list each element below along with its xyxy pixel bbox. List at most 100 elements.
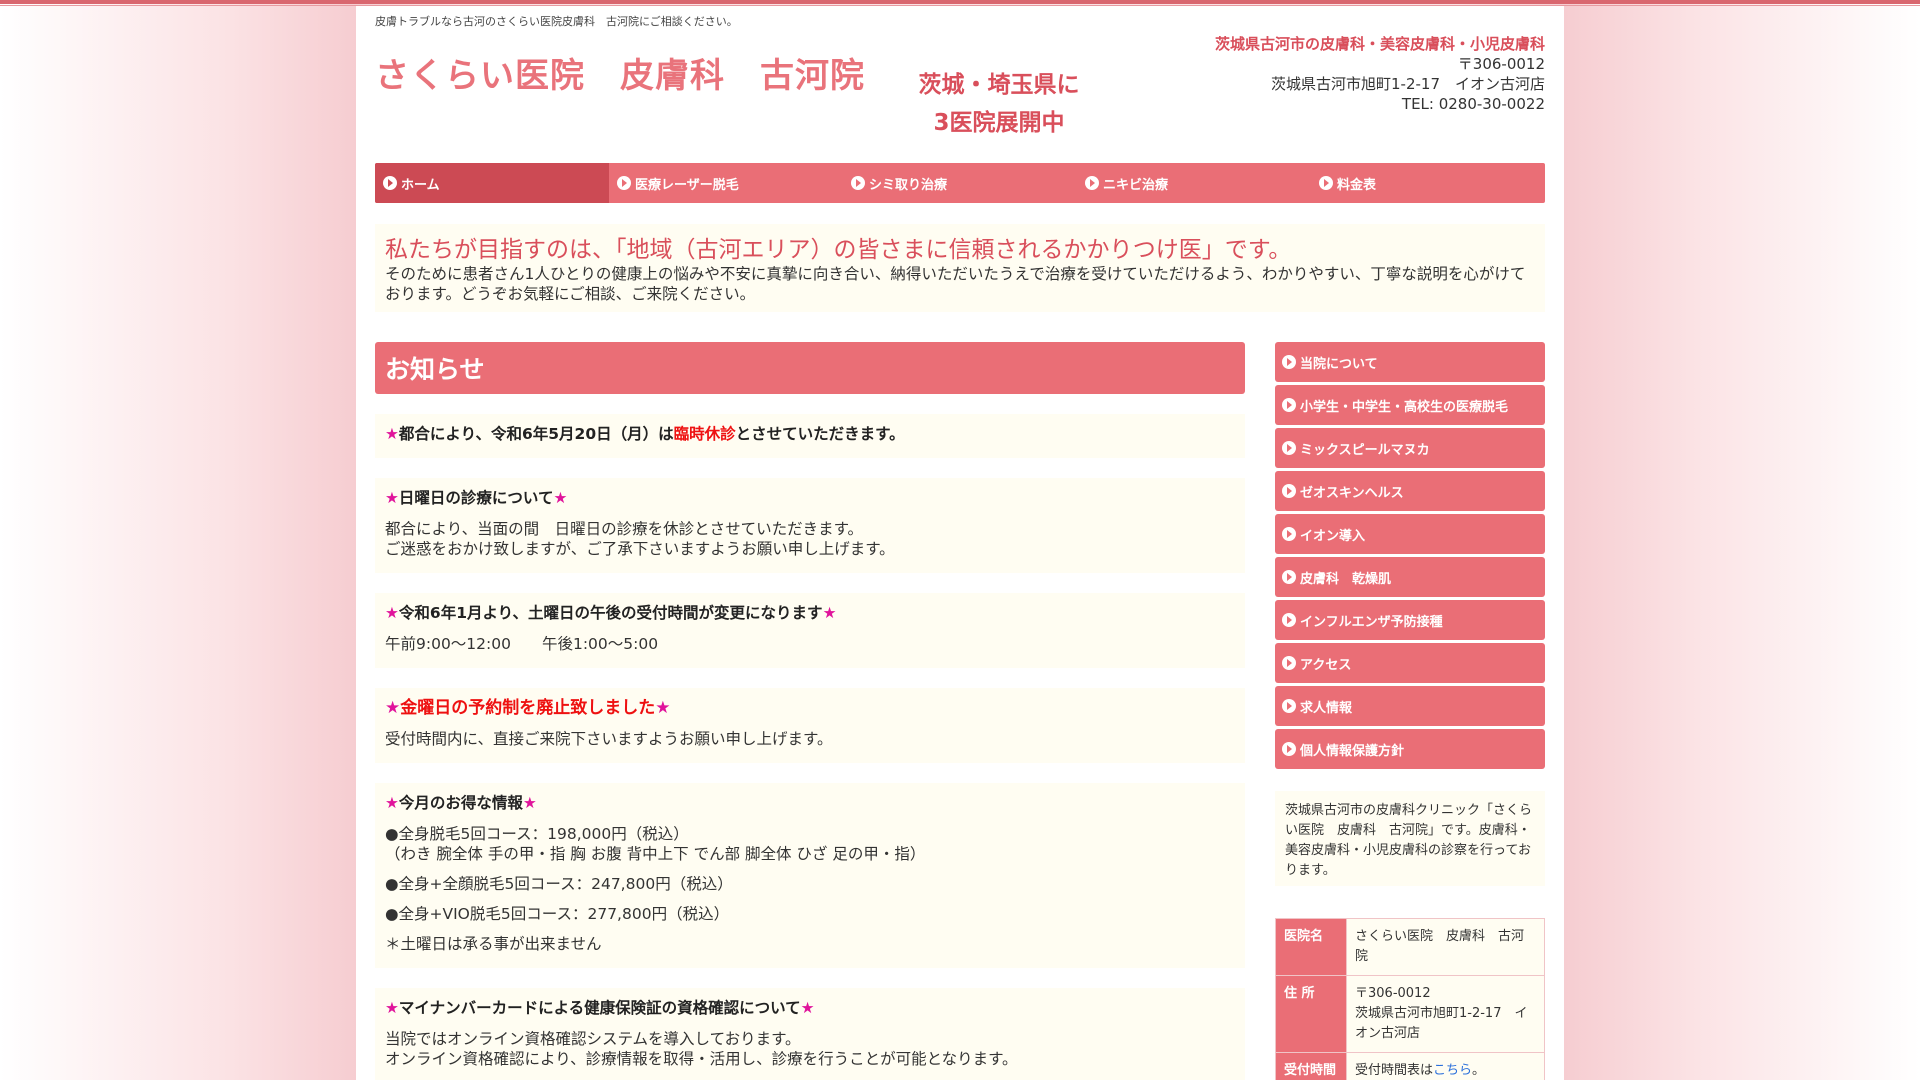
star-icon: ★: [385, 425, 399, 443]
sidebar-item-student-hair-removal[interactable]: 小学生・中学生・高校生の医療脱毛: [1275, 385, 1545, 425]
arrow-circle-icon: [1282, 355, 1296, 369]
table-row: 受付時間 受付時間表はこちら。: [1275, 1052, 1545, 1080]
sidebar-item-label: 個人情報保護方針: [1300, 743, 1405, 759]
news-heading-highlight: 金曜日の予約制を廃止致しました: [400, 698, 656, 718]
intro-body: そのために患者さん1人ひとりの健康上の悩みや不安に真摯に向き合い、納得いただいた…: [385, 265, 1526, 303]
promo-banner[interactable]: 茨城・埼玉県に 3医院展開中: [904, 66, 1094, 142]
arrow-circle-icon: [1282, 527, 1296, 541]
news-line: 午前9:00～12:00 午後1:00～5:00: [385, 635, 659, 653]
star-icon: ★: [800, 999, 815, 1017]
news-item: ★金曜日の予約制を廃止致しました★ 受付時間内に、直接ご来院下さいますようお願い…: [375, 688, 1245, 763]
news-body: 当院ではオンライン資格確認システムを導入しております。 オンライン資格確認により…: [385, 1029, 1235, 1069]
table-header: 医院名: [1275, 918, 1347, 976]
intro-box: 私たちが目指すのは、「地域（古河エリア）の皆さまに信頼されるかかりつけ医」です。…: [375, 224, 1545, 312]
news-heading: ★マイナンバーカードによる健康保険証の資格確認について★: [385, 998, 1235, 1018]
table-cell: さくらい医院 皮膚科 古河院: [1346, 918, 1545, 976]
news-line: ●全身+VIO脱毛5回コース：277,800円（税込）: [385, 905, 730, 923]
news-heading: ★都合により、令和6年5月20日（月）は臨時休診とさせていただきます。: [385, 424, 1235, 444]
arrow-circle-icon: [617, 176, 631, 190]
arrow-circle-icon: [1282, 656, 1296, 670]
header-tagline: 皮膚トラブルなら古河のさくらい医院皮膚科 古河院にご相談ください。: [375, 15, 738, 28]
sidebar-item-ion[interactable]: イオン導入: [1275, 514, 1545, 554]
sidebar-description: 茨城県古河市の皮膚科クリニック「さくらい医院 皮膚科 古河院」です。皮膚科・美容…: [1275, 791, 1545, 886]
header-contact: 茨城県古河市の皮膚科・美容皮膚科・小児皮膚科 〒306-0012 茨城県古河市旭…: [1215, 34, 1545, 114]
page-container: 皮膚トラブルなら古河のさくらい医院皮膚科 古河院にご相談ください。 さくらい医院…: [356, 6, 1564, 1080]
news-line: （わき 腕全体 手の甲・指 胸 お腹 背中上下 でん部 脚全体 ひざ 足の甲・指…: [385, 845, 926, 863]
star-icon: ★: [822, 604, 837, 622]
news-heading-text: 令和6年1月より、土曜日の午後の受付時間が変更になります: [398, 604, 823, 622]
star-icon: ★: [385, 489, 399, 507]
table-header: 住 所: [1275, 975, 1347, 1053]
arrow-circle-icon: [1282, 441, 1296, 455]
news-item: ★マイナンバーカードによる健康保険証の資格確認について★ 当院ではオンライン資格…: [375, 988, 1245, 1080]
sidebar: 当院について 小学生・中学生・高校生の医療脱毛 ミックスピールマヌカ ゼオスキン…: [1275, 342, 1545, 1080]
news-line: ＊土曜日は承る事が出来ません: [385, 935, 602, 953]
news-heading-text: 都合により、令和6年5月20日（月）は: [398, 425, 674, 443]
sidebar-item-label: 求人情報: [1300, 700, 1353, 716]
news-body: ●全身脱毛5回コース：198,000円（税込） （わき 腕全体 手の甲・指 胸 お…: [385, 824, 1235, 954]
arrow-circle-icon: [1085, 176, 1099, 190]
nav-item-label: ホーム: [401, 177, 440, 193]
news-heading: ★今月のお得な情報★: [385, 793, 1235, 813]
table-header: 受付時間: [1275, 1052, 1347, 1080]
sidebar-item-access[interactable]: アクセス: [1275, 643, 1545, 683]
news-heading-text: 今月のお得な情報: [398, 794, 523, 812]
sidebar-item-zo-skin[interactable]: ゼオスキンヘルス: [1275, 471, 1545, 511]
site-logo[interactable]: さくらい医院 皮膚科 古河院: [375, 48, 865, 97]
star-icon: ★: [385, 794, 399, 812]
nav-item-laser-hair-removal[interactable]: 医療レーザー脱毛: [609, 163, 843, 203]
sidebar-item-label: イオン導入: [1300, 528, 1366, 544]
arrow-circle-icon: [1282, 398, 1296, 412]
hours-link[interactable]: こちら: [1433, 1063, 1472, 1078]
news-body: 午前9:00～12:00 午後1:00～5:00: [385, 634, 1235, 654]
clinic-info-table: 医院名 さくらい医院 皮膚科 古河院 住 所 〒306-0012 茨城県古河市旭町…: [1275, 918, 1545, 1080]
sidebar-item-label: インフルエンザ予防接種: [1300, 614, 1443, 630]
table-cell: 〒306-0012 茨城県古河市旭町1-2-17 イオン古河店: [1346, 975, 1545, 1053]
news-item: ★令和6年1月より、土曜日の午後の受付時間が変更になります★ 午前9:00～12…: [375, 593, 1245, 668]
news-line: 都合により、当面の間 日曜日の診療を休診とさせていただきます。: [385, 520, 864, 538]
contact-tel: TEL: 0280-30-0022: [1401, 95, 1545, 113]
nav-item-price-list[interactable]: 料金表: [1311, 163, 1545, 203]
arrow-circle-icon: [1282, 484, 1296, 498]
nav-item-acne[interactable]: ニキビ治療: [1077, 163, 1311, 203]
sidebar-item-flu-vaccine[interactable]: インフルエンザ予防接種: [1275, 600, 1545, 640]
nav-item-spot-removal[interactable]: シミ取り治療: [843, 163, 1077, 203]
news-body: 受付時間内に、直接ご来院下さいますようお願い申し上げます。: [385, 729, 1235, 749]
star-icon: ★: [385, 604, 399, 622]
sidebar-item-dry-skin[interactable]: 皮膚科 乾燥肌: [1275, 557, 1545, 597]
news-heading-text: 日曜日の診療について: [398, 489, 554, 507]
sidebar-item-recruit[interactable]: 求人情報: [1275, 686, 1545, 726]
arrow-circle-icon: [1319, 176, 1333, 190]
global-nav: ホーム 医療レーザー脱毛 シミ取り治療 ニキビ治療 料金表: [375, 163, 1545, 203]
star-icon: ★: [553, 489, 568, 507]
sidebar-item-label: ミックスピールマヌカ: [1300, 442, 1430, 458]
news-heading: ★令和6年1月より、土曜日の午後の受付時間が変更になります★: [385, 603, 1235, 623]
promo-line-2: 3医院展開中: [933, 110, 1065, 136]
nav-item-label: ニキビ治療: [1103, 177, 1169, 193]
news-item: ★日曜日の診療について★ 都合により、当面の間 日曜日の診療を休診とさせていただ…: [375, 478, 1245, 573]
intro-heading: 私たちが目指すのは、「地域（古河エリア）の皆さまに信頼されるかかりつけ医」です。: [385, 237, 1292, 263]
star-icon: ★: [385, 698, 401, 718]
news-title: お知らせ: [375, 342, 1245, 394]
table-cell: 受付時間表はこちら。: [1346, 1052, 1545, 1080]
contact-address: 茨城県古河市旭町1-2-17 イオン古河店: [1270, 75, 1545, 93]
star-icon: ★: [522, 794, 537, 812]
hours-text-end: 。: [1472, 1063, 1486, 1078]
news-heading: ★金曜日の予約制を廃止致しました★: [385, 698, 1235, 718]
sidebar-item-about[interactable]: 当院について: [1275, 342, 1545, 382]
table-row: 医院名 さくらい医院 皮膚科 古河院: [1275, 918, 1545, 976]
arrow-circle-icon: [1282, 570, 1296, 584]
sidebar-item-privacy[interactable]: 個人情報保護方針: [1275, 729, 1545, 769]
news-line: 受付時間内に、直接ご来院下さいますようお願い申し上げます。: [385, 730, 833, 748]
nav-item-label: シミ取り治療: [869, 177, 948, 193]
nav-item-label: 料金表: [1337, 177, 1377, 193]
hours-text: 受付時間表は: [1355, 1063, 1434, 1078]
sidebar-item-label: 当院について: [1300, 356, 1378, 372]
news-paragraph: ●全身脱毛5回コース：198,000円（税込） （わき 腕全体 手の甲・指 胸 お…: [385, 824, 1235, 864]
sidebar-item-mix-peel[interactable]: ミックスピールマヌカ: [1275, 428, 1545, 468]
news-item: ★都合により、令和6年5月20日（月）は臨時休診とさせていただきます。: [375, 414, 1245, 458]
nav-item-home[interactable]: ホーム: [375, 163, 609, 203]
sidebar-item-label: アクセス: [1300, 657, 1352, 673]
news-line: 当院ではオンライン資格確認システムを導入しております。: [385, 1030, 801, 1048]
news-body: 都合により、当面の間 日曜日の診療を休診とさせていただきます。 ご迷惑をおかけ致…: [385, 519, 1235, 559]
